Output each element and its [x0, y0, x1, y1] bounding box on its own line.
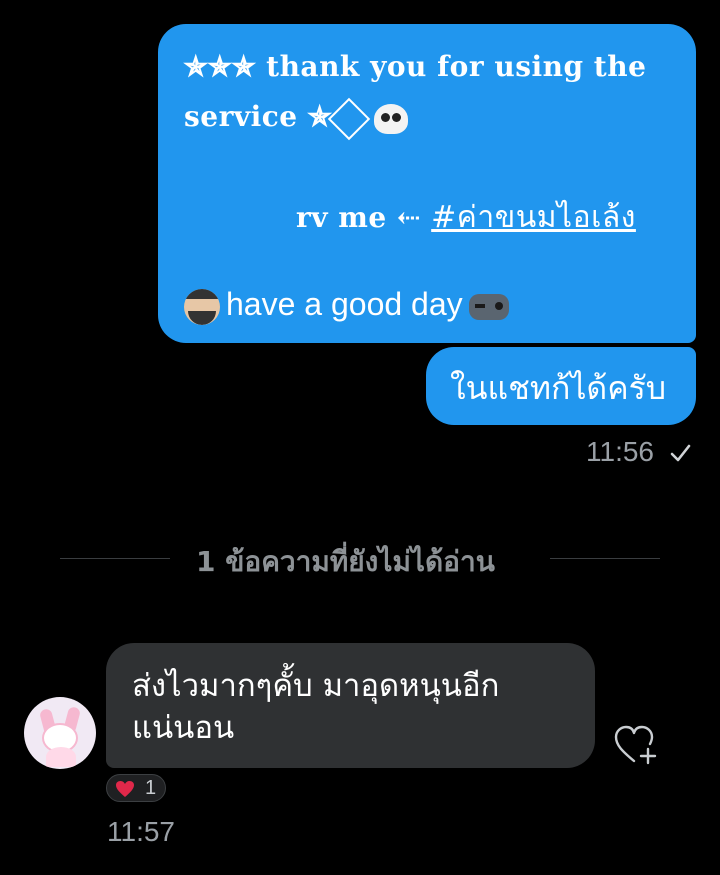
message-line: ✯✯✯ thank you for using the: [184, 50, 647, 83]
message-timestamp: 11:56: [586, 436, 654, 467]
reaction-badge[interactable]: 1: [106, 774, 166, 802]
outgoing-message-bubble[interactable]: ✯✯✯ thank you for using the service ✯ rv…: [158, 24, 696, 343]
message-text: ส่งไวมากๆคั้บ มาอุดหนุนอีก แน่นอน: [132, 665, 572, 749]
game-controller-emoji-icon: [468, 293, 509, 320]
check-icon: [670, 444, 691, 462]
divider: [550, 558, 660, 559]
heart-icon: [116, 781, 134, 797]
message-line: แน่นอน: [132, 710, 235, 746]
reaction-count: 1: [145, 777, 157, 799]
skull-emoji-icon: [373, 103, 408, 134]
outgoing-message-bubble[interactable]: ในแชทก้ได้ครับ: [426, 347, 696, 425]
message-line: have a good day: [184, 286, 509, 325]
message-line: rv me ⇠ #ค่าขนมไอเล้ง: [296, 194, 636, 241]
bearded-man-emoji-icon: [184, 288, 220, 325]
message-text: service ✯: [184, 100, 332, 133]
add-reaction-heart-icon[interactable]: [612, 723, 660, 767]
avatar[interactable]: [24, 697, 96, 769]
message-line: service ✯: [184, 97, 408, 140]
message-text: rv me ⇠: [296, 201, 432, 234]
hashtag-link[interactable]: #ค่าขนมไอเล้ง: [431, 200, 636, 235]
message-line: ส่งไวมากๆคั้บ มาอุดหนุนอีก: [132, 668, 500, 704]
message-text: ในแชทก้ได้ครับ: [450, 369, 667, 407]
diamond-icon: [327, 97, 371, 140]
message-timestamp: 11:57: [107, 816, 175, 847]
divider: [60, 558, 170, 559]
unread-messages-divider: 1 ข้อความที่ยังไม่ได้อ่าน: [196, 545, 495, 578]
message-text: have a good day: [226, 286, 463, 322]
incoming-message-bubble[interactable]: ส่งไวมากๆคั้บ มาอุดหนุนอีก แน่นอน: [106, 643, 595, 768]
